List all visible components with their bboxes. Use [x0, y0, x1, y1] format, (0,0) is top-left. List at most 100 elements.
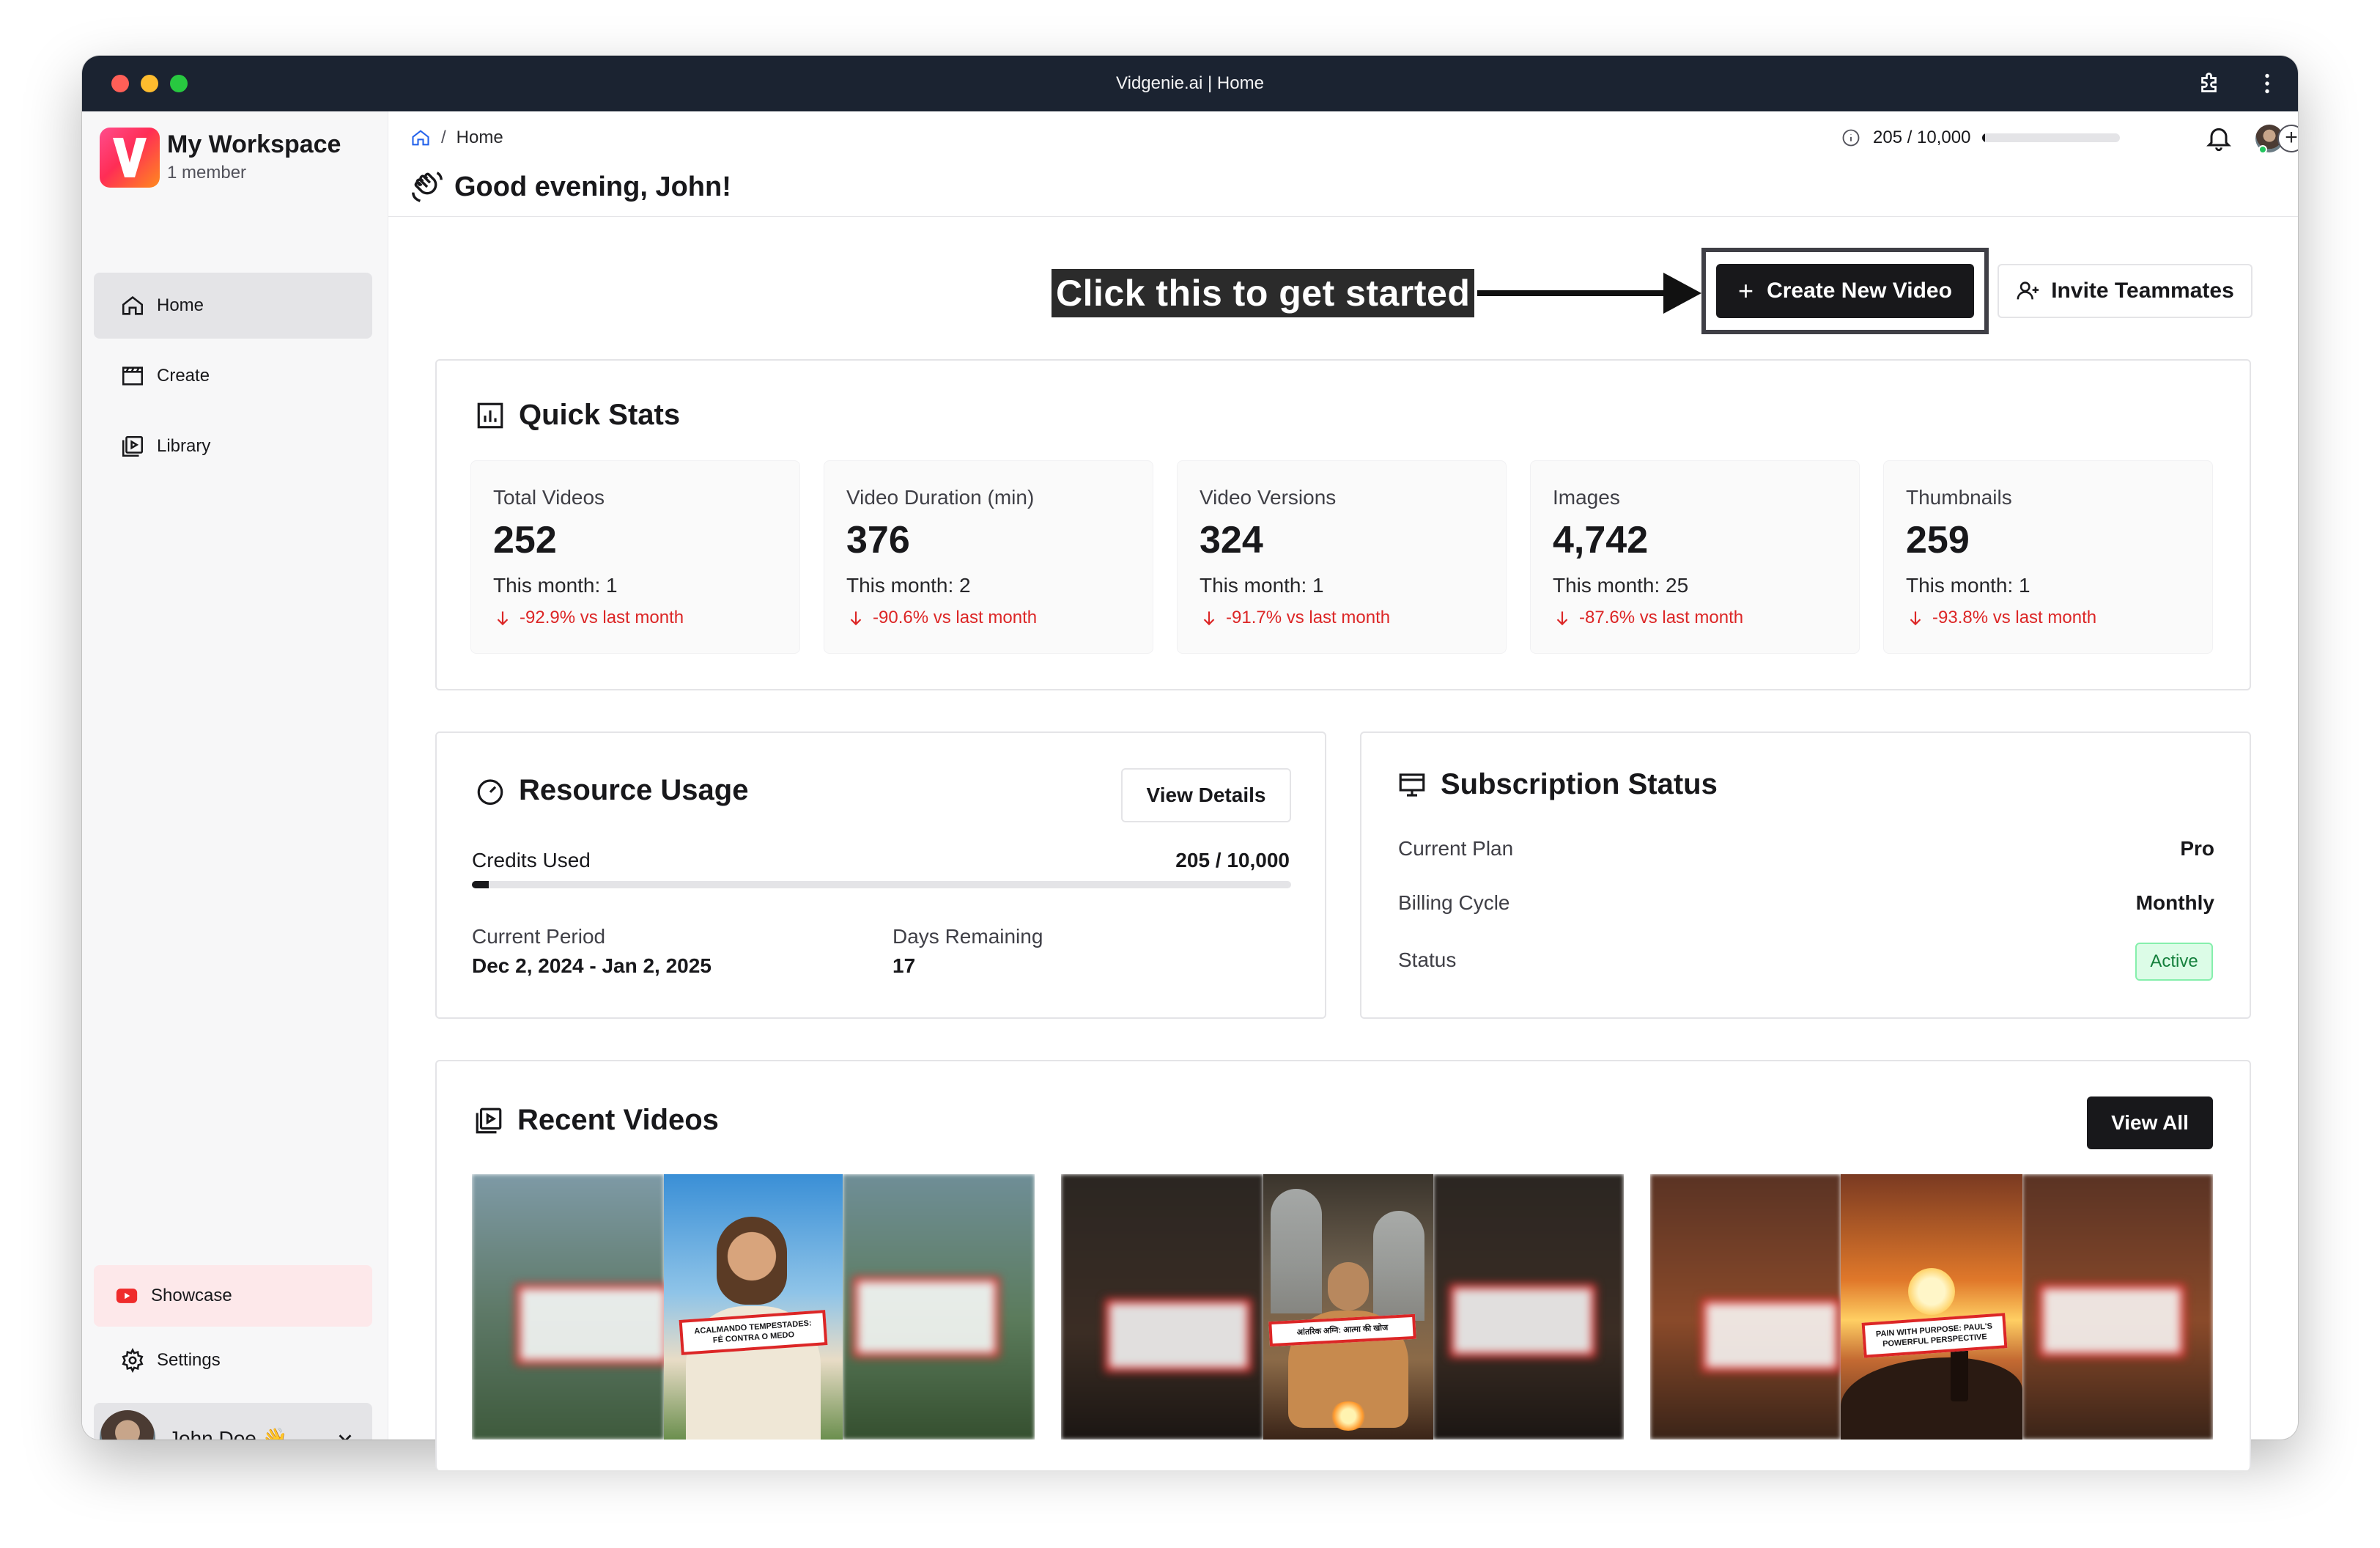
view-details-button[interactable]: View Details: [1121, 768, 1291, 822]
stat-card: Images 4,742 This month: 25 -87.6% vs last …: [1530, 460, 1860, 654]
current-period-label: Current Period: [472, 925, 606, 948]
stat-delta-text: -92.9% vs last month: [520, 608, 684, 627]
stat-value: 324: [1200, 519, 1263, 561]
extension-icon[interactable]: [2197, 70, 2223, 97]
setting-sun: [1908, 1268, 1955, 1315]
sidebar-item-label: Home: [157, 295, 204, 315]
create-new-video-label: Create New Video: [1767, 279, 1952, 303]
subscription-status-card: Subscription Status Current Plan Pro Bil…: [1360, 731, 2251, 1019]
billing-cycle-label: Billing Cycle: [1398, 891, 1510, 914]
credits-used-label: Credits Used: [472, 849, 591, 871]
stat-label: Total Videos: [493, 486, 605, 509]
user-name: John Doe 👋: [169, 1426, 288, 1440]
stat-delta-text: -87.6% vs last month: [1579, 608, 1744, 627]
blurred-title-card: [516, 1284, 670, 1365]
user-menu[interactable]: John Doe 👋: [94, 1403, 372, 1440]
gauge-icon: [477, 778, 503, 805]
sidebar: My Workspace 1 member Home Create Librar…: [82, 111, 388, 1440]
sidebar-item-library[interactable]: Library: [94, 413, 372, 479]
get-started-callout: Click this to get started: [1052, 269, 1475, 317]
sidebar-item-label: Showcase: [151, 1286, 232, 1305]
status-label: Status: [1398, 948, 1457, 971]
plus-icon: +: [1738, 276, 1754, 306]
resource-usage-title: Resource Usage: [475, 774, 748, 807]
stat-label: Video Duration (min): [846, 486, 1035, 509]
sidebar-item-showcase[interactable]: Showcase: [94, 1265, 372, 1327]
blurred-title-card: [2039, 1284, 2185, 1357]
stat-this-month: This month: 2: [846, 574, 971, 597]
sidebar-item-label: Create: [157, 366, 210, 386]
sidebar-item-home[interactable]: Home: [94, 273, 372, 339]
chevron-down-icon: [339, 1434, 352, 1440]
gear-icon: [122, 1348, 144, 1373]
home-icon[interactable]: [410, 128, 431, 148]
stat-this-month: This month: 1: [493, 574, 618, 597]
invite-teammates-button[interactable]: Invite Teammates: [1998, 264, 2252, 318]
team-avatars[interactable]: +: [2255, 122, 2298, 154]
stat-value: 4,742: [1553, 519, 1649, 561]
subscription-status-title: Subscription Status: [1397, 768, 1718, 801]
clapperboard-icon: [122, 366, 144, 386]
current-plan-value: Pro: [2180, 837, 2214, 860]
video-thumbnail[interactable]: आंतरिक अग्नि: आत्मा की खोज: [1061, 1174, 1624, 1440]
stat-this-month: This month: 25: [1553, 574, 1689, 597]
stat-delta-text: -90.6% vs last month: [873, 608, 1038, 627]
sidebar-item-settings[interactable]: Settings: [94, 1330, 372, 1391]
stat-delta: -91.7% vs last month: [1200, 608, 1390, 628]
breadcrumb-separator: /: [441, 128, 446, 147]
stat-label: Video Versions: [1200, 486, 1337, 509]
section-title-text: Recent Videos: [517, 1104, 719, 1136]
callout-arrow: [1477, 290, 1669, 296]
sidebar-item-label: Settings: [157, 1350, 221, 1370]
more-vertical-icon[interactable]: [2254, 70, 2280, 97]
callout-arrow-head: [1663, 273, 1701, 314]
days-remaining-value: 17: [892, 954, 916, 977]
credits-progress-fill: [1982, 133, 1986, 142]
section-title-text: Subscription Status: [1441, 768, 1718, 800]
thumbnail-image: [1263, 1174, 1433, 1440]
stat-delta: -87.6% vs last month: [1553, 608, 1743, 628]
sidebar-item-create[interactable]: Create: [94, 343, 372, 409]
arrow-down-icon: [1203, 611, 1215, 626]
recent-videos-title: Recent Videos: [473, 1104, 719, 1137]
online-status-dot: [2258, 145, 2267, 154]
blurred-title-card: [1449, 1284, 1596, 1357]
add-member-icon[interactable]: +: [2277, 125, 2298, 152]
bar-chart-icon: [477, 402, 503, 428]
bell-icon[interactable]: [2204, 123, 2233, 152]
workspace-name[interactable]: My Workspace: [167, 130, 341, 159]
section-title-text: Resource Usage: [519, 774, 749, 806]
view-all-button[interactable]: View All: [2087, 1096, 2213, 1149]
billing-cycle-value: Monthly: [2135, 891, 2214, 914]
credits-indicator[interactable]: 205 / 10,000: [1841, 128, 2121, 148]
stat-delta: -90.6% vs last month: [846, 608, 1037, 628]
video-thumbnail[interactable]: ACALMANDO TEMPESTADES: FÉ CONTRA O MEDO: [472, 1174, 1035, 1440]
stat-card: Video Versions 324 This month: 1 -91.7% vs …: [1177, 460, 1507, 654]
page-title: Good evening, John!: [410, 170, 731, 204]
window-title: Vidgenie.ai | Home: [1116, 73, 1264, 93]
home-icon: [122, 296, 144, 315]
invite-teammates-label: Invite Teammates: [2051, 279, 2234, 303]
create-new-video-button[interactable]: + Create New Video: [1716, 264, 1974, 318]
stat-this-month: This month: 1: [1200, 574, 1324, 597]
info-icon: [1842, 129, 1860, 147]
thumbnail-image: [1841, 1174, 2022, 1440]
vidgenie-logo-icon: [113, 138, 147, 177]
credits-count: 205 / 10,000: [1873, 128, 1971, 147]
breadcrumb-current: Home: [456, 128, 503, 147]
quick-stats-title: Quick Stats: [475, 399, 680, 432]
stat-delta: -92.9% vs last month: [493, 608, 684, 628]
current-period-value: Dec 2, 2024 - Jan 2, 2025: [472, 954, 712, 977]
workspace-logo[interactable]: [100, 128, 160, 188]
arrow-down-icon: [497, 611, 509, 626]
video-library-icon: [122, 435, 144, 457]
top-bar: / Home Good evening, John! 205 / 10,000 …: [388, 111, 2298, 217]
video-thumbnail[interactable]: PAIN WITH PURPOSE: PAUL'S POWERFUL PERSP…: [1650, 1174, 2213, 1440]
workspace-member-count: 1 member: [167, 163, 247, 183]
credits-used-value: 205 / 10,000: [1175, 849, 1290, 871]
credits-used-progress-fill: [472, 881, 489, 888]
thumbnail-image: [664, 1174, 843, 1440]
stat-this-month: This month: 1: [1906, 574, 2030, 597]
stat-value: 259: [1906, 519, 1970, 561]
credit-card-icon: [1399, 773, 1425, 797]
